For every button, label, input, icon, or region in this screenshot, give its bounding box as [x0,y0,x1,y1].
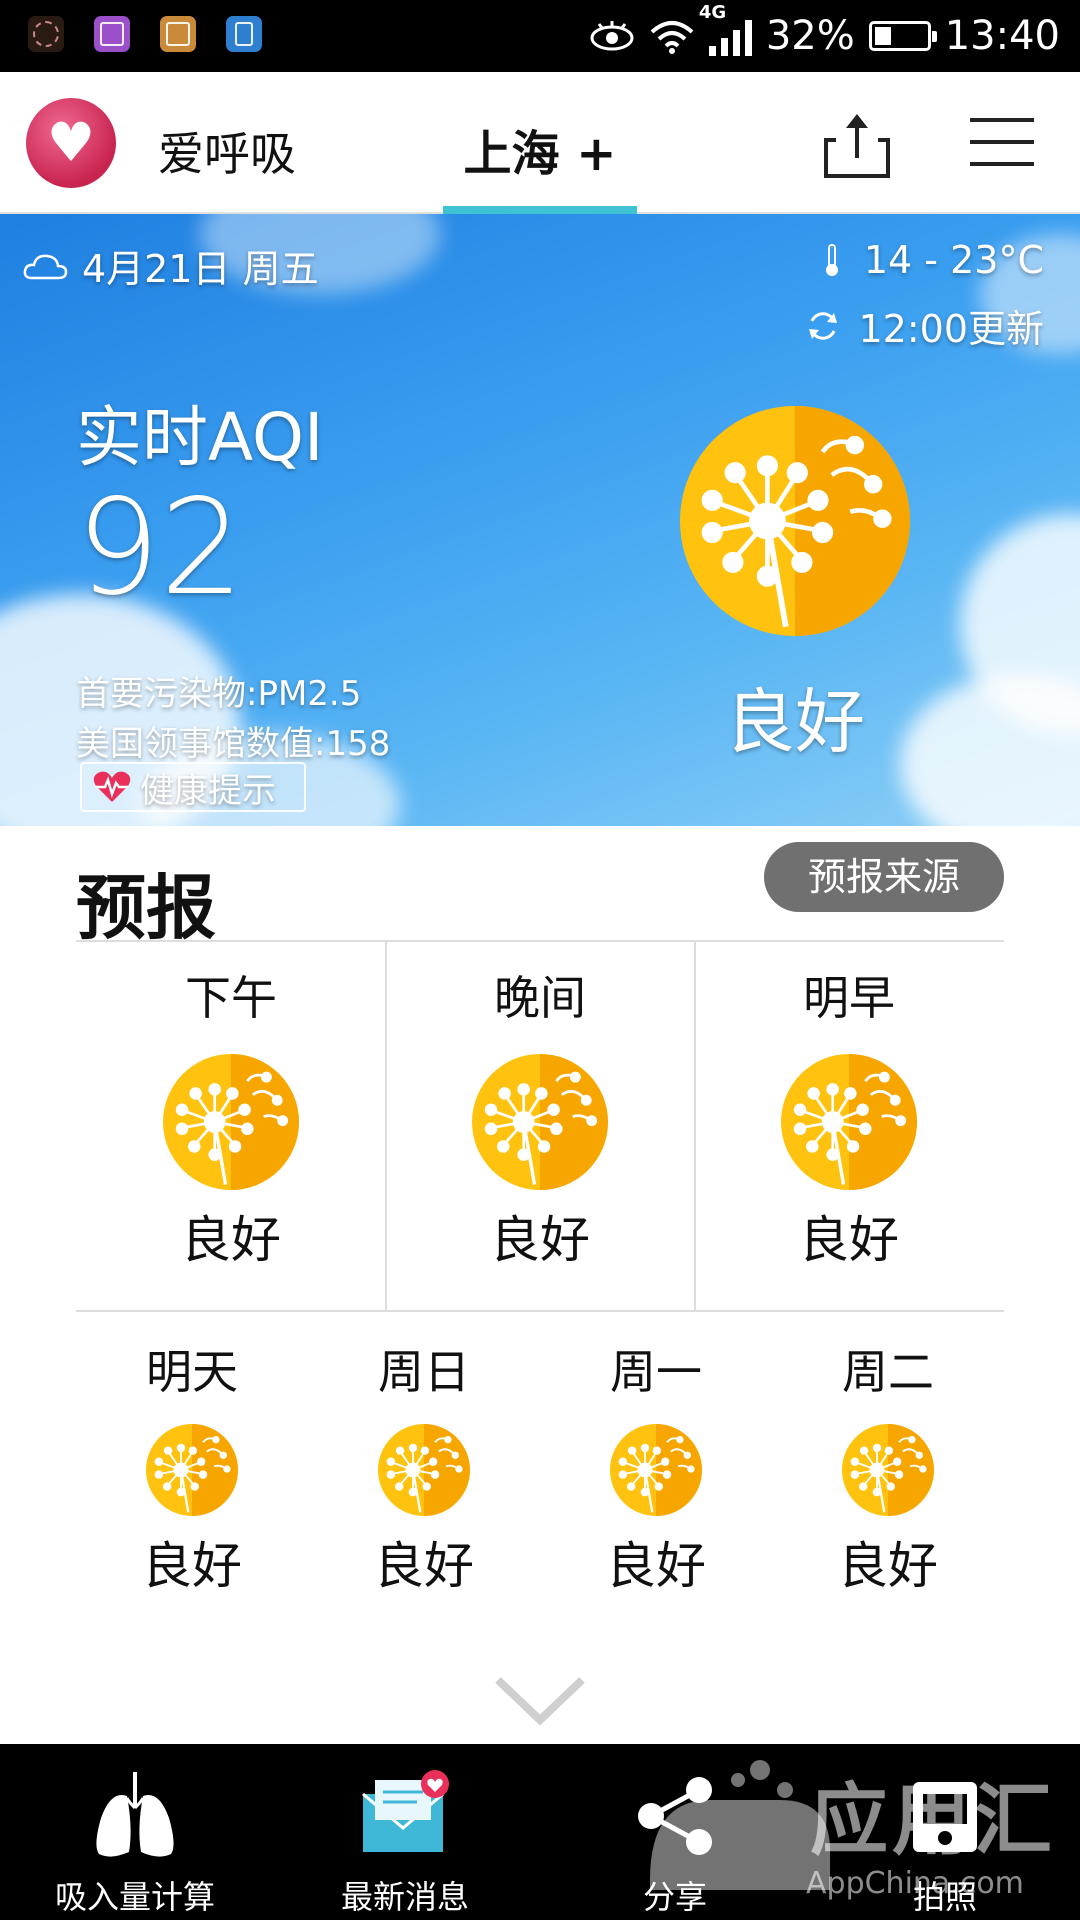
share-icon [638,1777,712,1855]
forecast-period: 明早 良好 [694,962,1004,1272]
nav-inhalation-calculator[interactable]: 吸入量计算 [0,1744,270,1920]
lungs-icon [96,1772,174,1857]
city-tab[interactable]: 上海 + [443,114,637,184]
day-level: 良好 [142,1537,242,1595]
gallery-notification-icon [94,16,130,52]
dandelion-good-icon [146,1424,238,1516]
dandelion-good-icon [472,1054,608,1190]
app-title: 爱呼吸 [158,127,296,181]
period-level: 良好 [490,1211,590,1269]
forecast-source-button[interactable]: 预报来源 [764,842,1004,912]
divider [76,940,1004,942]
forecast-day: 周一 良好 [556,1336,756,1598]
update-time: 12:00更新 [858,307,1044,351]
notification-icons [28,16,262,52]
sim-notification-icon [226,16,262,52]
dandelion-good-icon [781,1054,917,1190]
heartbeat-icon [93,771,131,802]
forecast-day: 明天 良好 [92,1336,292,1598]
app-notification-icon [28,16,64,52]
nav-share[interactable]: 分享 [540,1744,810,1920]
day-label: 周二 [842,1345,934,1399]
menu-icon[interactable] [970,118,1034,166]
aqi-value: 92 [76,471,244,625]
eye-icon [590,21,634,51]
battery-icon [868,21,937,51]
nav-label: 分享 [642,1878,707,1916]
status-bar: 4G 32% 13:40 [0,0,1080,72]
battery-percent: 32% [765,13,855,59]
dandelion-good-icon [680,406,910,636]
period-label: 晚间 [494,971,586,1025]
day-level: 良好 [838,1537,938,1595]
temperature-range: 14 - 23°C [863,238,1044,282]
period-level: 良好 [181,1211,281,1269]
day-label: 周日 [378,1345,470,1399]
refresh-icon[interactable] [806,309,840,343]
health-tip-label: 健康提示 [140,770,276,811]
wifi-icon [650,21,694,54]
app-logo-icon[interactable]: ♥ [26,98,116,188]
app-header: ♥ 爱呼吸 上海 + [0,72,1080,214]
thermometer-icon [825,244,838,276]
nav-latest-news[interactable]: 最新消息 [270,1744,540,1920]
chevron-down-icon[interactable] [492,1672,588,1728]
forecast-title: 预报 [76,867,216,949]
share-upload-icon[interactable] [822,112,892,180]
day-level: 良好 [606,1537,706,1595]
clock: 13:40 [944,13,1060,59]
dandelion-good-icon [378,1424,470,1516]
period-label: 下午 [185,971,277,1025]
forecast-day: 周日 良好 [324,1336,524,1598]
nav-label: 吸入量计算 [54,1878,215,1916]
envelope-icon [362,1770,449,1852]
aqi-level: 良好 [725,681,865,763]
realtime-aqi-panel: 4月21日 周五 14 - 23°C 12:00更新 实时AQI 92 首要污染… [0,214,1080,826]
forecast-period: 下午 良好 [76,962,386,1272]
gallery-notification-icon [160,16,196,52]
day-label: 明天 [146,1345,238,1399]
signal-icon: 4G [699,2,752,56]
health-tip-button[interactable]: 健康提示 [80,762,306,812]
primary-pollutant: 首要污染物:PM2.5 [76,674,362,714]
day-label: 周一 [610,1345,702,1399]
period-label: 明早 [803,971,895,1025]
period-level: 良好 [799,1211,899,1269]
forecast-day: 周二 良好 [788,1336,988,1598]
date-text: 4月21日 周五 [82,247,319,291]
day-level: 良好 [374,1537,474,1595]
us-consulate-value: 美国领事馆数值:158 [76,724,391,764]
city-tab-indicator [443,206,637,214]
nav-label: 最新消息 [340,1878,469,1916]
dandelion-good-icon [842,1424,934,1516]
watermark-subtext: AppChina.com [806,1866,1024,1901]
dandelion-good-icon [163,1054,299,1190]
cloud-icon [23,254,68,279]
divider [76,1310,1004,1312]
dandelion-good-icon [610,1424,702,1516]
forecast-period: 晚间 良好 [385,962,695,1272]
watermark-text: 应用汇 [810,1776,1057,1866]
aqi-label: 实时AQI [76,399,324,476]
